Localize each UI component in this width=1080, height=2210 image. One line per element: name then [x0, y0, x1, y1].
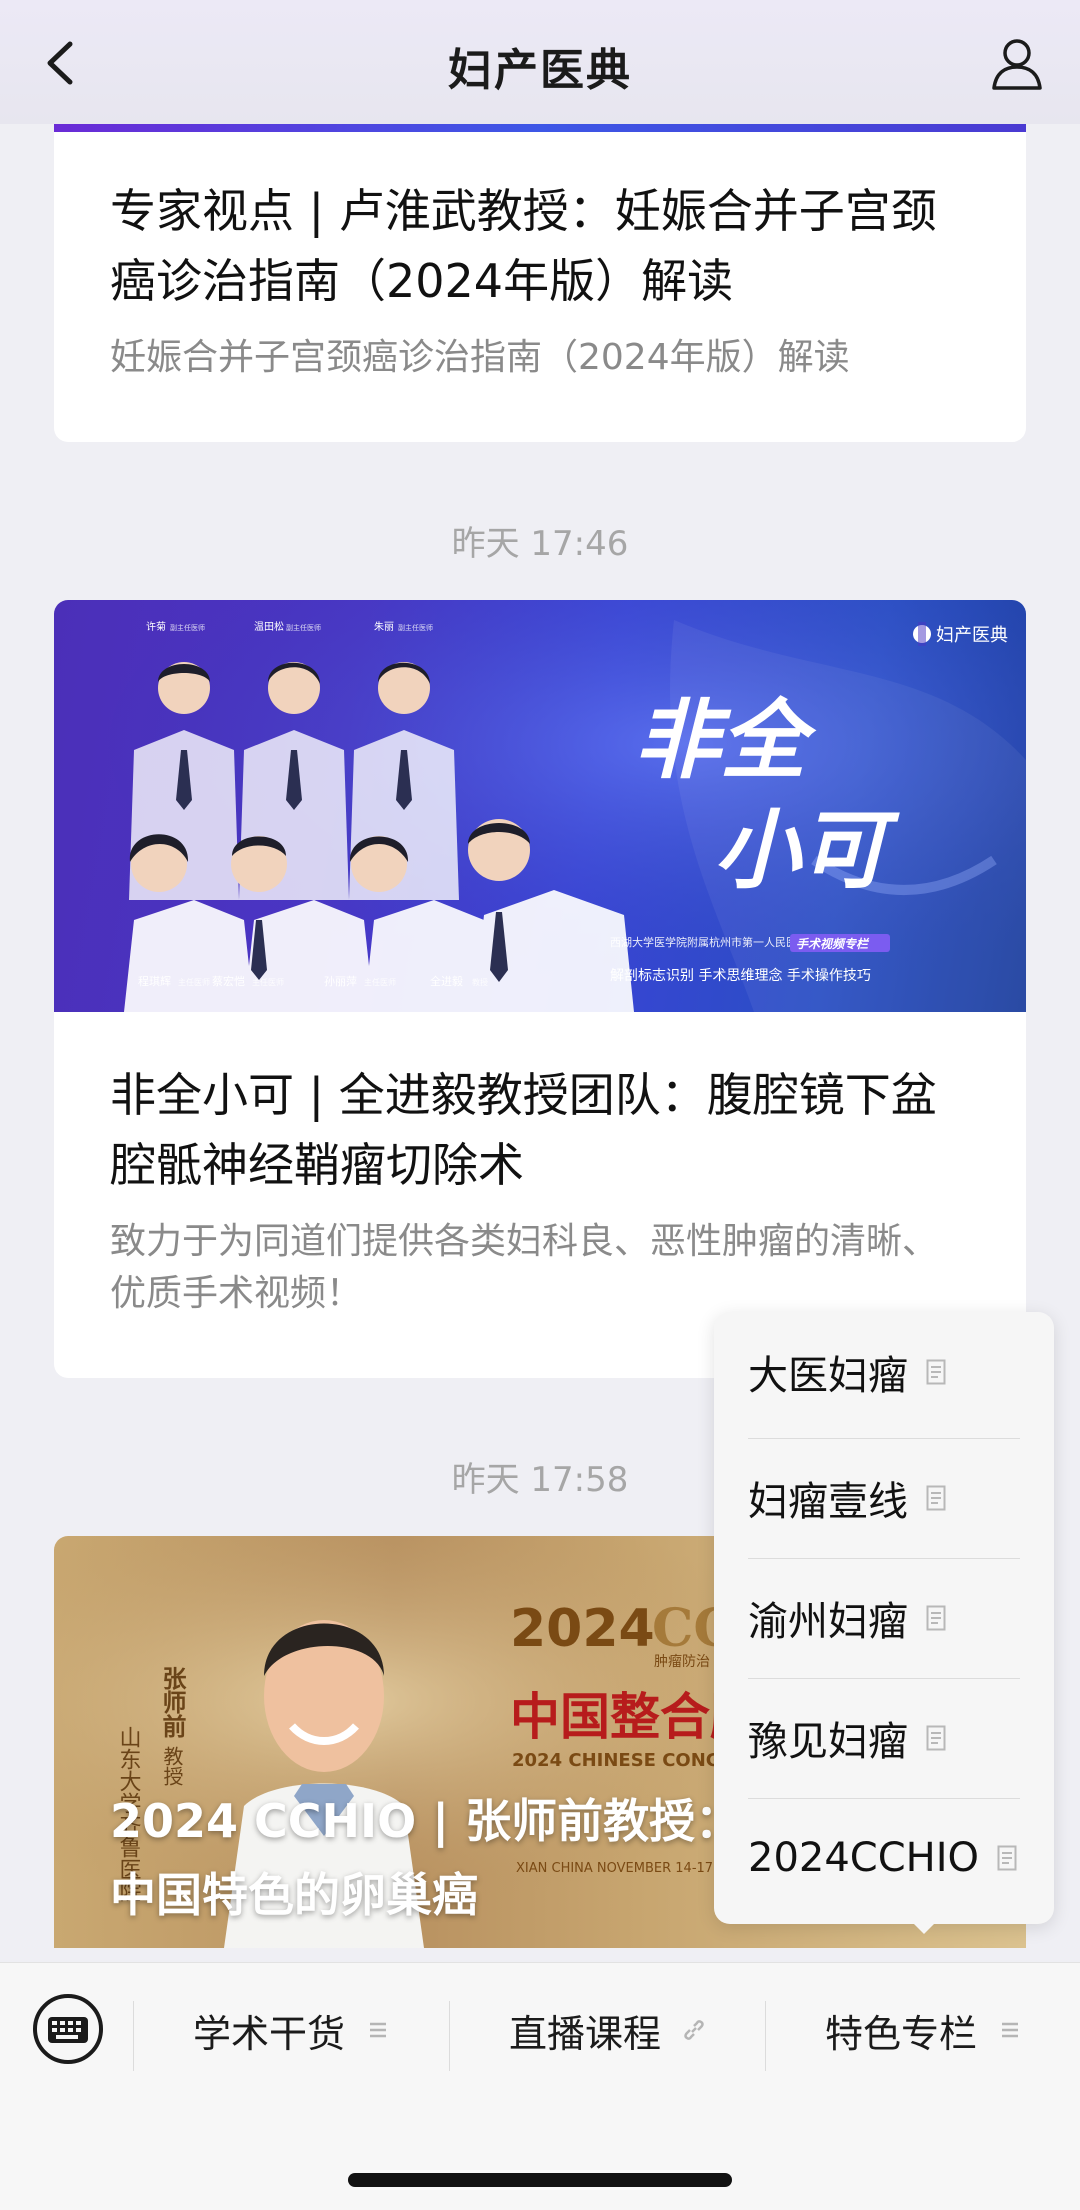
doctor-role-label: 主任医师 [364, 977, 396, 987]
menu-lines-icon [1002, 2022, 1018, 2038]
home-indicator[interactable] [348, 2173, 732, 2187]
menu-button-label: 学术干货 [192, 2011, 345, 2056]
person-icon[interactable] [988, 34, 1046, 92]
submenu-item-label: 2024CCHIO [748, 1835, 980, 1881]
submenu-item-yujian[interactable]: 豫见妇瘤 [748, 1678, 1020, 1798]
cover-headline-2: 小可 [714, 800, 900, 901]
doctor-role-label: 主任医师 [252, 977, 284, 987]
submenu-popup: 大医妇瘤 妇瘤壹线 渝州妇瘤 豫见妇瘤 2024CCHIO [714, 1312, 1054, 1924]
doctor-role-label: 主任医师 [178, 977, 210, 987]
document-icon [926, 1605, 946, 1631]
doctor-name-label: 全进毅 [430, 974, 463, 988]
page-title: 妇产医典 [448, 45, 632, 96]
document-icon [926, 1485, 946, 1511]
document-icon [926, 1725, 946, 1751]
brand-label: 妇产医典 [936, 625, 1008, 646]
message-timestamp: 昨天 17:46 [451, 524, 629, 564]
menu-button-live-course[interactable]: 直播课程 [450, 1983, 764, 2077]
submenu-item-daiyi[interactable]: 大医妇瘤 [748, 1312, 1020, 1432]
submenu-item-cchio[interactable]: 2024CCHIO [748, 1798, 1020, 1918]
doctor-role-label: 副主任医师 [170, 623, 205, 632]
article-title: 非全小可 | 全进毅教授团队：腹腔镜下盆腔骶神经鞘瘤切除术 [110, 1068, 937, 1192]
submenu-item-label: 豫见妇瘤 [748, 1719, 908, 1765]
submenu-item-yixian[interactable]: 妇瘤壹线 [748, 1438, 1020, 1558]
doctor-name-label: 孙丽萍 [324, 975, 357, 988]
doctor-role-label: 副主任医师 [286, 623, 321, 632]
menu-lines-icon [370, 2022, 386, 2038]
cover-year: 2024 [510, 1599, 655, 1659]
doctor-name-label: 程琪辉 [138, 975, 171, 988]
submenu-item-yuzhou[interactable]: 渝州妇瘤 [748, 1558, 1020, 1678]
article-card[interactable]: 程琪辉 主任医师 蔡宏恺 主任医师 孙丽萍 主任医师 全进毅 教授 许菊 副主任… [54, 600, 1026, 1378]
hospital-label: 西湖大学医学院附属杭州市第一人民医院 [610, 935, 808, 949]
doctor-name-label: 蔡宏恺 [212, 974, 245, 988]
card-accent-bar [54, 124, 1026, 132]
doctor-name-label: 朱丽 [374, 621, 394, 633]
menu-button-academic[interactable]: 学术干货 [134, 1983, 448, 2077]
submenu-item-label: 渝州妇瘤 [748, 1599, 908, 1645]
submenu-pointer [908, 1918, 940, 1934]
person-name-label: 张师前 [158, 1666, 186, 1739]
document-icon [997, 1845, 1017, 1871]
column-tag: 手术视频专栏 [796, 937, 870, 951]
article-title: 专家视点 | 卢淮武教授：妊娠合并子宫颈癌诊治指南（2024年版）解读 [110, 184, 937, 308]
doctor-role-label: 副主任医师 [398, 623, 433, 632]
menu-button-label: 特色专栏 [824, 2011, 977, 2056]
doctor-name-label: 温田松 [254, 620, 284, 633]
article-digest: 妊娠合并子宫颈癌诊治指南（2024年版）解读 [110, 337, 850, 378]
submenu-item-label: 妇瘤壹线 [748, 1479, 908, 1525]
document-icon [926, 1359, 946, 1385]
cover-tagline: 解剖标志识别 手术思维理念 手术操作技巧 [610, 967, 871, 984]
article-cover-image: 程琪辉 主任医师 蔡宏恺 主任医师 孙丽萍 主任医师 全进毅 教授 许菊 副主任… [54, 600, 1026, 1012]
article-digest: 致力于为同道们提供各类妇科良、恶性肿瘤的清晰、优质手术视频！ [110, 1221, 939, 1314]
doctor-name-label: 许菊 [146, 621, 166, 633]
article-card[interactable]: 专家视点 | 卢淮武教授：妊娠合并子宫颈癌诊治指南（2024年版）解读 妊娠合并… [54, 124, 1026, 442]
cover-sub-logo: 肿瘤防治 [654, 1653, 710, 1670]
person-role-label: 教授 [160, 1746, 184, 1786]
doctor-role-label: 教授 [472, 977, 488, 987]
link-icon [684, 2020, 704, 2040]
keyboard-icon[interactable] [30, 1991, 106, 2067]
menu-button-featured-column[interactable]: 特色专栏 [766, 1983, 1080, 2077]
nav-bar: 妇产医典 [0, 0, 1080, 124]
menu-button-label: 直播课程 [508, 2011, 661, 2056]
submenu-item-label: 大医妇瘤 [748, 1353, 908, 1399]
cover-headline-1: 非全 [634, 690, 817, 791]
cover-art: 程琪辉 主任医师 蔡宏恺 主任医师 孙丽萍 主任医师 全进毅 教授 许菊 副主任… [54, 600, 1026, 1012]
